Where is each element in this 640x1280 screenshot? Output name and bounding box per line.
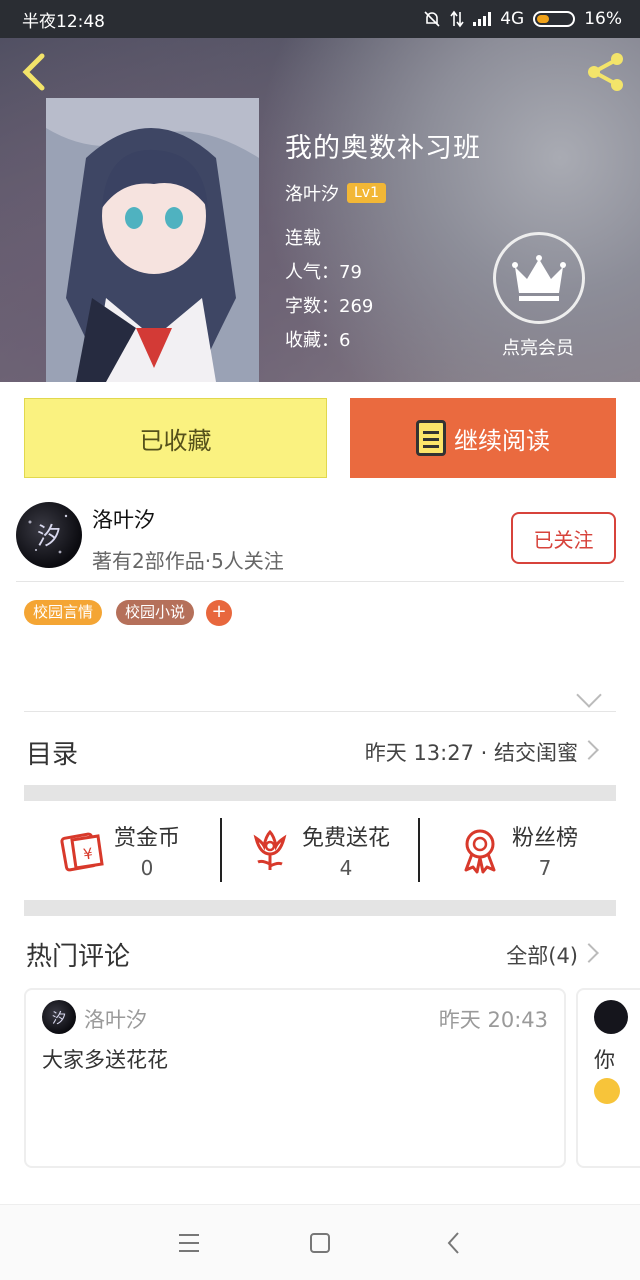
book-popularity: 人气：79 — [285, 262, 362, 283]
hot-comments-title: 热门评论 — [26, 942, 131, 972]
avatar-art: 汐 — [28, 514, 68, 554]
chevron-right-icon — [579, 740, 599, 760]
fans-ranking-item[interactable]: 粉丝榜 7 — [456, 818, 578, 882]
commenter-name[interactable]: 洛叶汐 — [84, 1004, 147, 1034]
mute-bell-icon — [424, 11, 440, 27]
continue-reading-label: 继续阅读 — [454, 426, 550, 455]
comment-card[interactable]: 汐 洛叶汐 昨天 20:43 大家多送花花 — [24, 988, 566, 1168]
book-author-name[interactable]: 洛叶汐 — [285, 180, 339, 206]
status-time: 半夜12:48 — [22, 11, 105, 32]
chevron-right-icon — [579, 943, 599, 963]
book-favorites: 收藏：6 — [285, 330, 351, 351]
red-envelope-icon: ¥ — [60, 832, 104, 872]
free-flowers-item[interactable]: 免费送花 4 — [246, 818, 390, 882]
book-status: 连载 — [285, 228, 321, 249]
avatar-art: 汐 — [52, 1011, 66, 1027]
back-button[interactable] — [18, 52, 58, 92]
home-square-icon[interactable] — [310, 1233, 330, 1253]
award-ribbon-icon — [464, 829, 496, 874]
add-tag-button[interactable]: + — [206, 600, 232, 626]
stat-value: 0 — [140, 856, 154, 880]
comment-time: 昨天 20:43 — [438, 1008, 548, 1032]
back-nav-icon[interactable] — [446, 1231, 462, 1255]
continue-reading-button[interactable]: 继续阅读 — [350, 398, 616, 478]
followed-button[interactable]: 已关注 — [511, 512, 616, 564]
expand-chevron-icon[interactable] — [576, 682, 602, 708]
network-type: 4G — [500, 9, 525, 29]
data-transfer-icon — [450, 10, 464, 28]
collected-label: 已收藏 — [139, 426, 212, 455]
stat-value: 7 — [538, 856, 552, 880]
share-button[interactable] — [584, 50, 628, 94]
tag-campus-romance[interactable]: 校园言情 — [24, 600, 103, 625]
section-separator — [24, 900, 616, 916]
author-summary: 著有2部作品·5人关注 — [92, 549, 284, 573]
menu-icon[interactable] — [178, 1233, 200, 1253]
status-icons: 4G 16% — [423, 9, 622, 29]
section-separator — [24, 785, 616, 801]
reward-coins-item[interactable]: ¥ 赏金币 0 — [58, 818, 180, 882]
vip-button[interactable] — [493, 232, 585, 324]
emoji-icon — [594, 1078, 620, 1104]
book-word-count: 字数：269 — [285, 296, 374, 317]
stat-divider — [220, 818, 222, 882]
followed-label: 已关注 — [533, 527, 594, 552]
book-title: 我的奥数补习班 — [285, 133, 481, 164]
comment-text: 大家多送花花 — [42, 1048, 168, 1072]
status-bar: 半夜12:48 4G 16% — [0, 0, 640, 38]
signal-icon — [473, 12, 492, 26]
level-badge: Lv1 — [347, 183, 386, 203]
chevron-left-icon — [22, 53, 45, 91]
commenter-avatar — [594, 1000, 628, 1034]
avatar-glyph: 汐 — [37, 522, 61, 550]
crown-icon — [512, 255, 566, 301]
author-avatar[interactable]: 汐 — [16, 502, 82, 568]
tag-campus-novel[interactable]: 校园小说 — [116, 600, 195, 625]
book-icon — [416, 420, 446, 456]
book-cover-image[interactable] — [46, 98, 259, 382]
cover-illustration — [46, 98, 259, 382]
catalog-latest-chapter: 昨天 13:27 · 结交闺蜜 — [364, 741, 578, 765]
share-icon — [588, 53, 623, 91]
catalog-title: 目录 — [26, 740, 79, 770]
divider — [24, 711, 616, 712]
comment-card-partial[interactable]: 你 — [576, 988, 640, 1168]
stat-label: 赏金币 — [114, 826, 181, 851]
avatar-glyph: 汐 — [52, 1011, 66, 1027]
stat-label: 粉丝榜 — [512, 826, 579, 851]
flower-icon — [253, 829, 287, 870]
vip-label: 点亮会员 — [502, 338, 574, 359]
battery-icon — [533, 11, 576, 27]
book-author-row[interactable]: 洛叶汐 Lv1 — [285, 180, 386, 206]
stat-value: 4 — [339, 856, 353, 880]
divider — [16, 581, 624, 582]
stat-divider — [418, 818, 420, 882]
book-header: 我的奥数补习班 洛叶汐 Lv1 连载 人气：79 字数：269 收藏：6 点亮会… — [0, 38, 640, 382]
system-nav-bar — [0, 1204, 640, 1280]
author-name[interactable]: 洛叶汐 — [92, 504, 155, 534]
comment-text: 你 — [594, 1048, 615, 1072]
stat-label: 免费送花 — [302, 826, 391, 851]
all-comments-label: 全部(4) — [506, 944, 578, 968]
commenter-avatar[interactable]: 汐 — [42, 1000, 76, 1034]
collected-button[interactable]: 已收藏 — [24, 398, 327, 478]
battery-percent: 16% — [584, 9, 622, 29]
